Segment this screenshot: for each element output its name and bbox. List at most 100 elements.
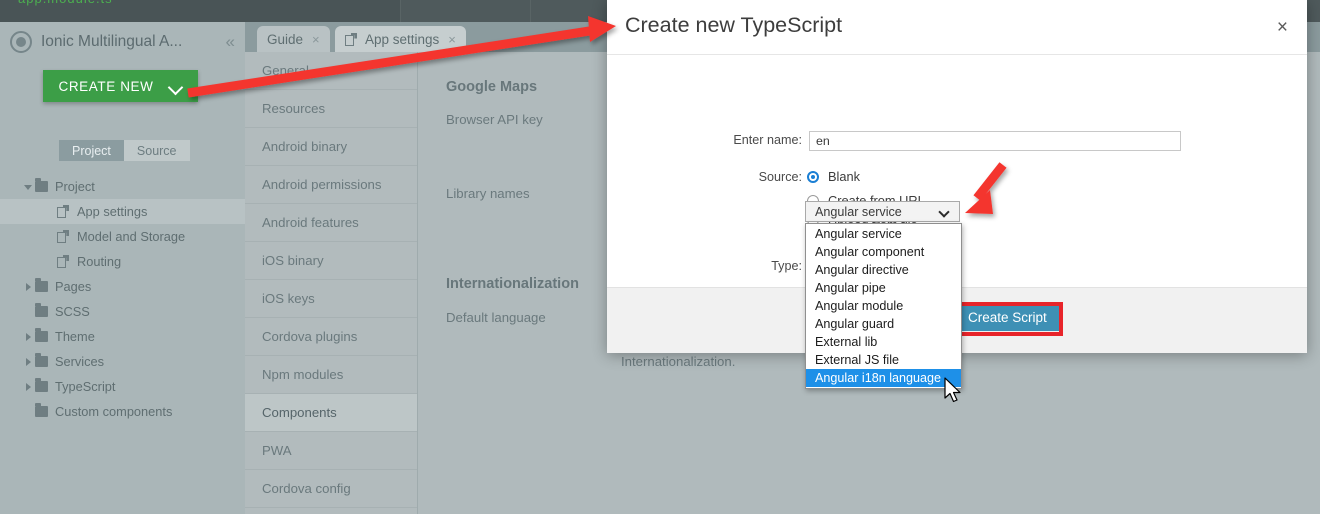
type-select-value: Angular service [815,204,902,219]
label-source: Source: [758,170,802,184]
collapse-sidebar-icon[interactable]: « [226,33,235,50]
settings-item-ios-keys[interactable]: iOS keys [245,280,417,318]
chevron-down-icon[interactable] [22,180,35,193]
label-library-names: Library names [446,186,530,201]
radio-button-icon[interactable] [807,170,819,183]
app-logo-icon [10,31,32,53]
create-script-button[interactable]: Create Script [955,303,1060,331]
top-bar-partial-text: app.module.ts [18,0,113,6]
tree-item-label: Theme [55,329,95,344]
settings-item-npm-modules[interactable]: Npm modules [245,356,417,394]
tab-close-icon[interactable]: × [448,32,456,47]
folder-icon [35,303,48,317]
chevron-down-icon [170,82,183,90]
tab-label: Guide [267,31,304,47]
folder-icon [35,178,48,192]
tree-item-theme[interactable]: Theme [0,324,245,349]
settings-item-resources[interactable]: Resources [245,90,417,128]
type-select-dropdown: Angular service Angular component Angular … [805,223,962,389]
tree-item-label: Model and Storage [77,229,186,244]
tree-item-label: Pages [55,279,92,294]
radio-label: Blank [828,169,861,184]
label-default-language: Default language [446,310,546,325]
create-new-button[interactable]: CREATE NEW [43,70,198,102]
project-source-toggle: Project Source [59,140,190,161]
tab-app-settings[interactable]: App settings × [335,26,466,52]
project-tree: Project App settings Model and Storage Rout… [0,174,245,424]
tree-item-project[interactable]: Project [0,174,245,199]
settings-item-components[interactable]: Components [245,394,417,432]
left-sidebar: Ionic Multilingual A... « CREATE NEW Pro… [0,22,245,514]
tree-item-label: Routing [77,254,122,269]
segment-source[interactable]: Source [123,140,190,161]
name-input[interactable] [809,131,1181,151]
settings-item-ios-binary[interactable]: iOS binary [245,242,417,280]
tree-item-label: SCSS [55,304,90,319]
chevron-right-icon[interactable] [22,380,35,393]
dialog-header: Create new TypeScript × [607,0,1307,55]
chevron-right-icon[interactable] [22,330,35,343]
folder-icon [35,378,48,392]
folder-icon [35,403,48,417]
folder-icon [35,328,48,342]
tree-item-model-and-storage[interactable]: Model and Storage [0,224,245,249]
tree-item-app-settings[interactable]: App settings [0,199,245,224]
dropdown-option-external-js-file[interactable]: External JS file [806,351,961,369]
settings-item-general[interactable]: General [245,52,417,90]
label-browser-api-key: Browser API key [446,112,543,127]
tree-item-label: Project [55,179,95,194]
tree-item-pages[interactable]: Pages [0,274,245,299]
section-title-internationalization: Internationalization [446,276,579,292]
file-icon [345,33,358,46]
tree-item-typescript[interactable]: TypeScript [0,374,245,399]
tree-item-services[interactable]: Services [0,349,245,374]
settings-item-cordova-plugins[interactable]: Cordova plugins [245,318,417,356]
chevron-down-icon [940,208,949,217]
settings-category-list: General Resources Android binary Android pe… [245,52,418,514]
tree-item-label: TypeScript [55,379,116,394]
close-icon[interactable]: × [1277,18,1288,37]
tab-label: App settings [365,31,440,47]
segment-project[interactable]: Project [59,140,124,161]
settings-item-cordova-config[interactable]: Cordova config [245,470,417,508]
tree-item-scss[interactable]: SCSS [0,299,245,324]
tree-item-custom-components[interactable]: Custom components [0,399,245,424]
chevron-right-icon[interactable] [22,280,35,293]
chevron-right-icon[interactable] [22,355,35,368]
screen: app.module.ts Ionic Multilingual A... « … [0,0,1320,514]
dropdown-option-angular-directive[interactable]: Angular directive [806,261,961,279]
folder-icon [35,278,48,292]
sidebar-header: Ionic Multilingual A... « [0,22,245,62]
dropdown-option-angular-pipe[interactable]: Angular pipe [806,279,961,297]
radio-blank[interactable]: Blank [807,169,860,184]
section-title-google-maps: Google Maps [446,79,538,95]
settings-item-android-features[interactable]: Android features [245,204,417,242]
dropdown-option-angular-guard[interactable]: Angular guard [806,315,961,333]
folder-icon [35,353,48,367]
file-icon [57,205,70,218]
dropdown-option-angular-i18n-language[interactable]: Angular i18n language [806,369,961,387]
label-type: Type: [771,259,802,273]
tree-item-label: App settings [77,204,148,219]
dropdown-option-angular-component[interactable]: Angular component [806,243,961,261]
tree-item-label: Custom components [55,404,173,419]
label-enter-name: Enter name: [733,133,802,147]
tree-item-routing[interactable]: Routing [0,249,245,274]
settings-item-pwa[interactable]: PWA [245,432,417,470]
create-new-label: CREATE NEW [58,78,154,94]
top-bar-segment [400,0,531,22]
dropdown-option-angular-service[interactable]: Angular service [806,225,961,243]
settings-item-android-permissions[interactable]: Android permissions [245,166,417,204]
dropdown-option-angular-module[interactable]: Angular module [806,297,961,315]
file-icon [57,255,70,268]
tab-close-icon[interactable]: × [312,32,320,47]
type-select[interactable]: Angular service [805,201,960,222]
settings-item-android-binary[interactable]: Android binary [245,128,417,166]
hint-internationalization: Internationalization. [621,354,736,369]
tab-guide[interactable]: Guide × [257,26,330,52]
dialog-title: Create new TypeScript [625,13,843,37]
dropdown-option-external-lib[interactable]: External lib [806,333,961,351]
